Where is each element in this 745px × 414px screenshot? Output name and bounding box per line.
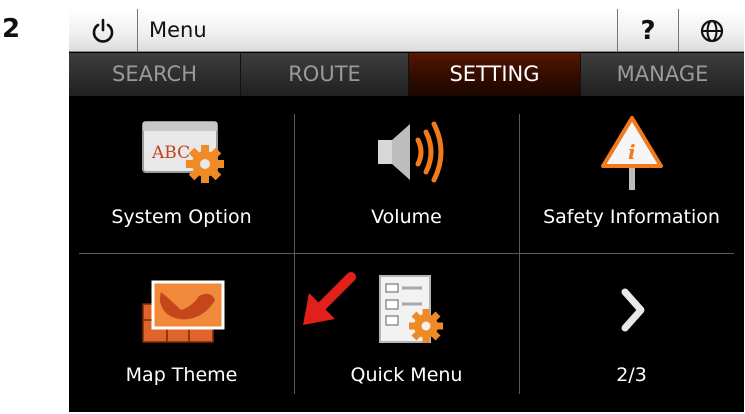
device-screen: Menu ? SEARCH ROUTE SETTING MANAGE ABC S…	[69, 9, 744, 412]
tab-route[interactable]: ROUTE	[241, 53, 409, 96]
safety-information-label: Safety Information	[543, 206, 720, 228]
map-theme-icon	[127, 270, 237, 350]
language-button[interactable]	[679, 9, 744, 52]
system-option-label: System Option	[111, 206, 252, 228]
help-icon: ?	[640, 15, 656, 46]
volume-icon	[352, 112, 462, 192]
safety-warning-icon: i	[577, 112, 687, 192]
map-theme-button[interactable]: Map Theme	[69, 254, 294, 412]
power-button[interactable]	[69, 9, 138, 52]
next-page-chevron-icon	[577, 270, 687, 350]
quick-menu-label: Quick Menu	[350, 364, 463, 386]
title-bar: Menu ?	[69, 9, 744, 52]
tab-search[interactable]: SEARCH	[69, 53, 241, 96]
page-indicator: 2/3	[616, 364, 647, 386]
globe-icon	[700, 19, 723, 42]
help-button[interactable]: ?	[617, 9, 679, 52]
volume-label: Volume	[371, 206, 442, 228]
quick-menu-icon	[352, 270, 462, 350]
step-number: 2	[2, 14, 21, 44]
annotation-arrow-icon	[303, 272, 356, 325]
settings-menu-grid: ABC System Option Volume i Safety Inform…	[69, 96, 744, 412]
next-page-button[interactable]: 2/3	[519, 254, 744, 412]
system-option-icon: ABC	[127, 112, 237, 192]
svg-text:ABC: ABC	[151, 143, 190, 163]
system-option-button[interactable]: ABC System Option	[69, 96, 294, 254]
tab-bar: SEARCH ROUTE SETTING MANAGE	[69, 53, 744, 96]
tab-manage[interactable]: MANAGE	[581, 53, 744, 96]
safety-information-button[interactable]: i Safety Information	[519, 96, 744, 254]
map-theme-label: Map Theme	[125, 364, 238, 386]
volume-button[interactable]: Volume	[294, 96, 519, 254]
menu-title: Menu	[149, 18, 207, 42]
tab-setting[interactable]: SETTING	[409, 53, 581, 96]
svg-text:i: i	[628, 140, 636, 164]
power-icon	[92, 18, 114, 43]
